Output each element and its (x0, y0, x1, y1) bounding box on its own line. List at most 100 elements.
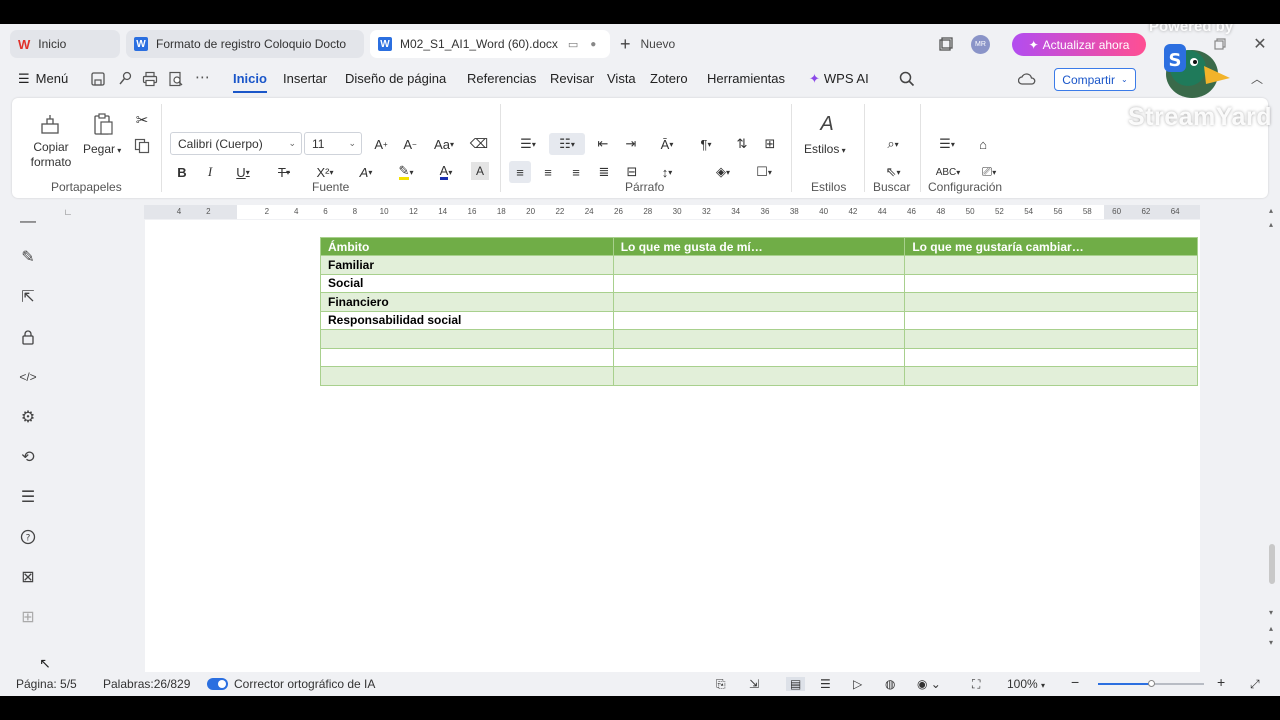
page-indicator[interactable]: Página: 5/5 (16, 677, 77, 691)
table-cell[interactable] (904, 292, 1198, 312)
character-shading-icon[interactable]: A (471, 162, 489, 180)
zoom-out-icon[interactable]: − (1071, 674, 1079, 690)
history-icon[interactable]: ⟲ (18, 447, 38, 467)
table-cell[interactable] (612, 347, 906, 367)
zoom-slider-thumb[interactable] (1148, 680, 1155, 687)
collapse-ribbon-icon[interactable]: ︿ (1249, 70, 1265, 86)
page-up-icon[interactable]: ▴ (1269, 624, 1273, 633)
align-center-icon[interactable]: ≡ (538, 162, 558, 182)
table-cell[interactable] (612, 310, 906, 330)
italic-icon[interactable]: I (200, 162, 220, 182)
avatar[interactable]: MR (971, 35, 990, 54)
table-cell[interactable] (612, 255, 906, 275)
vertical-scrollbar[interactable]: ▴ ▴ ▾ ▴ ▾ (1266, 200, 1280, 670)
tab-formato-registro[interactable]: W Formato de registro Coloquio Docto (126, 30, 364, 58)
shading-icon[interactable]: ◈ ▾ (708, 162, 738, 182)
tab-stop-icon[interactable]: ∟ (62, 206, 74, 218)
play-icon[interactable]: ▷ (853, 677, 862, 691)
zoom-level[interactable]: 100% ▾ (1007, 677, 1045, 691)
header-cell-gusta[interactable]: Lo que me gusta de mí… (612, 237, 906, 256)
menu-revisar[interactable]: Revisar (550, 71, 594, 86)
borders-icon[interactable]: ☐ ▾ (748, 162, 780, 182)
close-panel-icon[interactable]: ⊠ (18, 567, 38, 587)
apps-grid-icon[interactable]: ⊞ (18, 607, 38, 627)
pen-icon[interactable]: ✎ (18, 247, 38, 267)
align-right-icon[interactable]: ≡ (566, 162, 586, 182)
table-cell[interactable] (904, 366, 1198, 386)
code-icon[interactable]: </> (18, 367, 38, 387)
paragraph-settings-icon[interactable]: ☰ ▾ (931, 134, 963, 154)
header-cell-cambiar[interactable]: Lo que me gustaría cambiar… (904, 237, 1198, 256)
outline-view-icon[interactable]: ☰ (820, 677, 831, 691)
distributed-align-icon[interactable]: ⊟ (622, 162, 642, 182)
export-icon[interactable]: ⇲ (749, 677, 759, 691)
help-icon[interactable]: ? (18, 527, 38, 547)
decrease-indent-icon[interactable]: ⇤ (593, 134, 613, 154)
monitor-icon[interactable]: ▭ (568, 38, 578, 51)
page-view-icon[interactable]: ▤ (786, 677, 806, 691)
menu-diseno-pagina[interactable]: Diseño de página (345, 71, 446, 86)
ai-spellcheck-toggle[interactable] (207, 678, 228, 690)
bold-icon[interactable]: B (172, 162, 192, 182)
page-down-icon[interactable]: ▾ (1269, 638, 1273, 647)
horizontal-ruler[interactable]: 4 2 2 4 6 8 10 12 14 16 18 20 22 24 26 28 30 32 34 36 38 40 42… (144, 205, 1200, 219)
window-switch-icon[interactable] (937, 35, 955, 53)
more-options-icon[interactable]: ⋯ (195, 68, 210, 86)
close-window-icon[interactable]: ✕ (1250, 34, 1270, 54)
table-cell[interactable] (904, 347, 1198, 367)
table-cell[interactable]: Responsabilidad social (320, 310, 614, 330)
table-cell[interactable] (904, 310, 1198, 330)
share-button[interactable]: Compartir ⌄ (1054, 68, 1136, 91)
table-cell[interactable]: Social (320, 273, 614, 293)
table-cell[interactable] (612, 366, 906, 386)
update-now-button[interactable]: ✦ Actualizar ahora (1012, 33, 1146, 56)
new-tab-button[interactable]: + Nuevo (620, 34, 675, 54)
search-icon[interactable] (899, 71, 915, 87)
menu-herramientas[interactable]: Herramientas (707, 71, 785, 86)
paste-button[interactable]: Pegar ▾ (83, 142, 121, 156)
font-name-select[interactable]: Calibri (Cuerpo) ⌄ (170, 132, 302, 155)
justify-icon[interactable]: ≣ (594, 162, 614, 182)
paste-icon[interactable] (92, 112, 114, 136)
zoom-slider[interactable] (1098, 680, 1204, 687)
menu-insertar[interactable]: Insertar (283, 71, 327, 86)
table-cell[interactable] (320, 366, 614, 386)
font-color-icon[interactable]: A ▾ (430, 162, 462, 182)
tab-m02-doc[interactable]: W M02_S1_AI1_Word (60).docx ▭ ● (370, 30, 610, 58)
sort-icon[interactable]: ⇅ (732, 134, 752, 154)
numbered-list-icon[interactable]: ☷ ▾ (549, 133, 585, 155)
header-cell-ambito[interactable]: Ámbito (320, 237, 614, 256)
format-brush-icon[interactable] (117, 71, 133, 87)
pointer-icon[interactable]: ⇱ (18, 287, 38, 307)
styles-button[interactable]: Estilos ▾ (804, 142, 846, 156)
protect-doc-icon[interactable]: ⎘ (716, 677, 726, 692)
increase-indent-icon[interactable]: ⇥ (621, 134, 641, 154)
table-cell[interactable] (904, 255, 1198, 275)
scroll-up-icon[interactable]: ▴ (1269, 220, 1273, 229)
table-cell[interactable] (612, 329, 906, 349)
save-icon[interactable] (90, 71, 106, 87)
clear-format-icon[interactable]: ⌫ (469, 134, 489, 154)
scroll-up-icon[interactable]: ▴ (1269, 206, 1273, 215)
table-cell[interactable] (612, 292, 906, 312)
lock-icon[interactable] (18, 327, 38, 347)
table-cell[interactable] (904, 273, 1198, 293)
select-icon[interactable]: ⇖ ▾ (877, 162, 909, 182)
line-spacing-icon[interactable]: ↕ ▾ (652, 162, 682, 182)
superscript-icon[interactable]: X² ▾ (308, 162, 342, 182)
strikethrough-icon[interactable]: T ▾ (269, 162, 299, 182)
table-cell[interactable] (320, 329, 614, 349)
print-preview-icon[interactable] (168, 71, 184, 87)
zoom-in-icon[interactable]: + (1217, 674, 1225, 690)
bullet-list-icon[interactable]: ☰ ▾ (512, 134, 544, 154)
scroll-down-icon[interactable]: ▾ (1269, 608, 1273, 617)
paragraph-marks-icon[interactable]: ¶ ▾ (692, 134, 720, 154)
cloud-sync-icon[interactable] (1018, 71, 1036, 87)
print-icon[interactable] (142, 71, 158, 87)
table-cell[interactable]: Financiero (320, 292, 614, 312)
word-count[interactable]: Palabras:26/829 (103, 677, 190, 691)
save-icon[interactable] (89, 46, 107, 64)
find-icon[interactable]: ⌕ ▾ (877, 134, 909, 154)
highlight-color-icon[interactable]: ✎ ▾ (389, 162, 423, 182)
cut-icon[interactable]: ✂ (132, 110, 152, 130)
